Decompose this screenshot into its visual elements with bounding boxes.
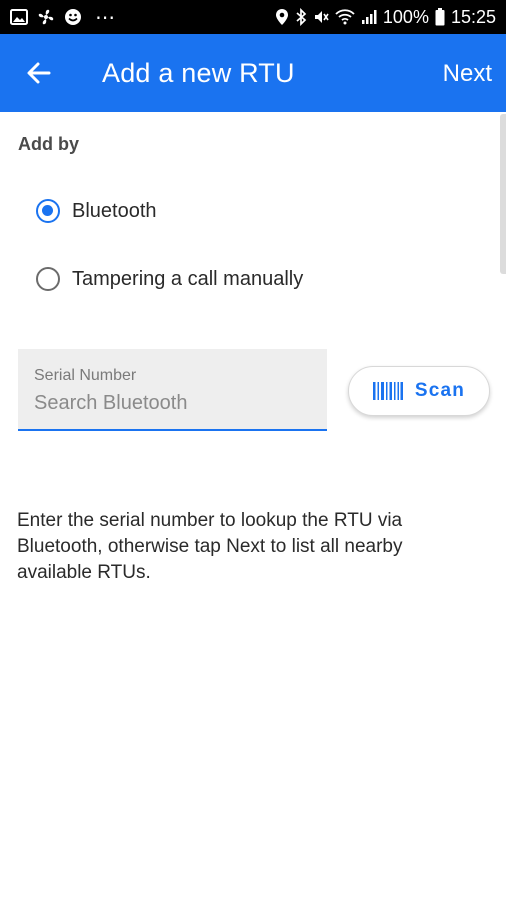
app-bar: Add a new RTU Next bbox=[0, 34, 506, 112]
scan-button-label: Scan bbox=[414, 380, 466, 401]
status-left: ⋯ bbox=[10, 5, 115, 30]
status-bar: ⋯ 100% 15:25 bbox=[0, 0, 506, 34]
serial-number-input[interactable] bbox=[34, 389, 304, 417]
back-arrow-icon[interactable] bbox=[24, 58, 54, 88]
radio-option-bluetooth[interactable]: Bluetooth bbox=[36, 199, 157, 223]
radio-label-manual: Tampering a call manually bbox=[72, 267, 304, 290]
radio-label-bluetooth: Bluetooth bbox=[72, 199, 157, 222]
scrollbar[interactable] bbox=[500, 114, 506, 274]
serial-number-label: Serial Number bbox=[34, 367, 137, 384]
status-time: 15:25 bbox=[450, 6, 496, 27]
fan-icon bbox=[37, 8, 55, 26]
radio-option-manual[interactable]: Tampering a call manually bbox=[36, 267, 303, 291]
bluetooth-icon bbox=[295, 8, 307, 26]
emoji-icon bbox=[64, 8, 82, 26]
signal-icon bbox=[361, 9, 377, 25]
scan-button[interactable]: Scan bbox=[348, 366, 490, 416]
radio-button-unchecked[interactable] bbox=[36, 267, 60, 291]
add-by-label: Add by bbox=[18, 134, 79, 154]
battery-icon bbox=[435, 8, 445, 26]
image-icon bbox=[10, 9, 28, 25]
wifi-icon bbox=[335, 9, 355, 25]
help-text: Enter the serial number to lookup the RT… bbox=[17, 510, 403, 583]
status-right: 100% 15:25 bbox=[275, 7, 496, 28]
page-title: Add a new RTU bbox=[102, 58, 295, 88]
radio-button-checked[interactable] bbox=[36, 199, 60, 223]
barcode-icon bbox=[372, 381, 403, 401]
more-notifications-icon: ⋯ bbox=[95, 6, 115, 29]
location-icon bbox=[275, 8, 289, 26]
next-button[interactable]: Next bbox=[443, 60, 492, 88]
serial-number-field[interactable]: Serial Number bbox=[18, 349, 327, 431]
mute-icon bbox=[313, 8, 329, 26]
battery-percent: 100% bbox=[382, 6, 429, 27]
